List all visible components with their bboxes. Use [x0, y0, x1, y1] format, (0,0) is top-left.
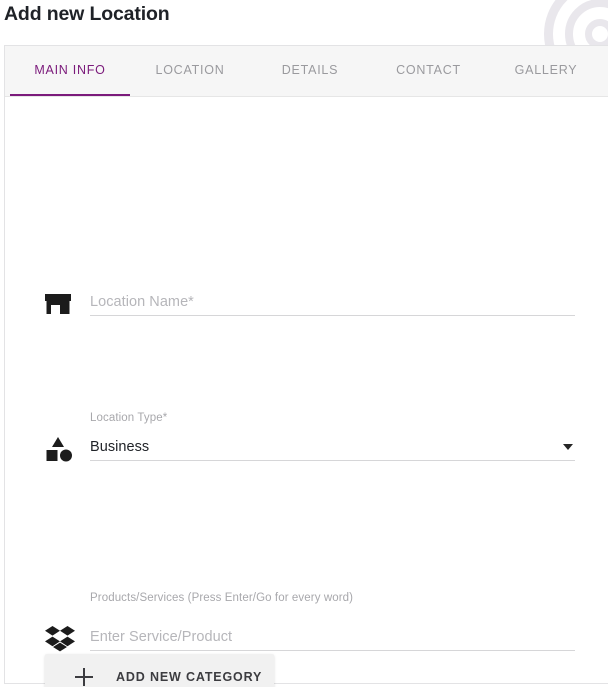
tab-main-info[interactable]: MAIN INFO — [10, 45, 130, 96]
location-name-input[interactable]: Location Name* — [90, 288, 575, 316]
tab-contact-label: CONTACT — [396, 63, 461, 77]
add-location-page: Add new Location MAIN INFO LOCATION DETA… — [0, 0, 608, 687]
location-type-value: Business — [90, 438, 150, 455]
add-new-category-button[interactable]: ADD NEW CATEGORY — [45, 654, 274, 687]
add-new-category-label: ADD NEW CATEGORY — [116, 669, 263, 684]
location-name-placeholder: Location Name* — [90, 293, 194, 310]
store-icon — [45, 287, 79, 321]
tab-bar: MAIN INFO LOCATION DETAILS CONTACT GALLE… — [5, 46, 608, 97]
tab-contact[interactable]: CONTACT — [370, 45, 487, 96]
main-info-form: Location Name* Location Type* Business P… — [5, 97, 608, 687]
location-type-select[interactable]: Business — [90, 433, 575, 461]
tab-details[interactable]: DETAILS — [250, 45, 370, 96]
location-type-label: Location Type* — [90, 412, 168, 424]
form-card: MAIN INFO LOCATION DETAILS CONTACT GALLE… — [4, 45, 608, 687]
tab-gallery-label: GALLERY — [514, 63, 578, 77]
products-services-placeholder: Enter Service/Product — [90, 628, 233, 645]
tab-details-label: DETAILS — [281, 63, 339, 77]
dropbox-diamonds-icon — [45, 622, 79, 656]
shapes-category-icon — [45, 432, 79, 466]
page-title: Add new Location — [4, 3, 170, 25]
plus-icon — [75, 667, 93, 686]
tab-location-label: LOCATION — [155, 63, 225, 77]
tab-main-info-label: MAIN INFO — [34, 63, 106, 77]
chevron-down-icon[interactable] — [563, 444, 573, 450]
products-services-label: Products/Services (Press Enter/Go for ev… — [90, 592, 354, 604]
products-services-input[interactable]: Enter Service/Product — [90, 623, 575, 651]
tab-gallery[interactable]: GALLERY — [487, 45, 605, 96]
tab-location[interactable]: LOCATION — [130, 45, 250, 96]
